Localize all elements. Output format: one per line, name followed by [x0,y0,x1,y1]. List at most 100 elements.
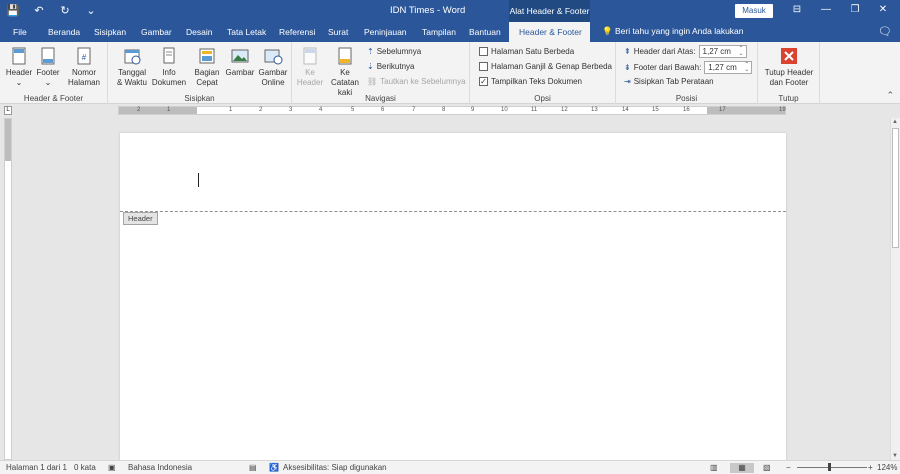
accessibility-status[interactable]: Aksesibilitas: Siap digunakan [283,463,387,472]
ruler-number: 1 [167,107,171,113]
footer-from-bottom-control[interactable]: ⇟ Footer dari Bawah: 1,27 cm ⌃ ⌄ [624,61,753,74]
restore-icon[interactable]: ❐ [848,4,862,15]
tab-insert[interactable]: Sisipkan [94,27,126,37]
footer-from-bottom-spinner[interactable]: 1,27 cm ⌃ ⌄ [704,61,753,74]
collapse-ribbon-icon[interactable]: ⌃ [886,90,894,101]
svg-text:#: # [82,53,87,62]
online-picture-icon [264,49,283,65]
page-number-icon: # [77,47,91,65]
zoom-in-icon[interactable]: + [868,463,873,472]
vertical-ruler [4,118,12,460]
go-to-footer-label-1: Ke Catatan [330,68,360,87]
word-count[interactable]: 0 kata [74,463,96,472]
quick-parts-button[interactable]: Bagian Cepat [190,46,224,88]
contextual-tab-title: Alat Header & Footer [509,0,590,22]
tab-mailings[interactable]: Surat [328,27,348,37]
tab-help[interactable]: Bantuan [469,27,501,37]
group-close: Tutup Header dan Footer Tutup [758,42,820,104]
close-header-footer-button[interactable]: Tutup Header dan Footer [760,46,818,88]
ruler-number: 9 [471,107,475,113]
tab-references[interactable]: Referensi [279,27,315,37]
quick-parts-icon [199,48,215,64]
online-pictures-label-2: Online [261,78,285,87]
language-indicator[interactable]: Bahasa Indonesia [128,463,192,472]
different-odd-even-box[interactable] [479,62,488,71]
undo-icon[interactable]: ↶ [32,4,46,17]
proofing-icon[interactable]: ▣ [108,463,116,472]
footer-position-icon: ⇟ [624,63,631,72]
document-info-button[interactable]: Info Dokumen [150,46,188,88]
tab-review[interactable]: Peninjauan [364,27,407,37]
vertical-scrollbar[interactable]: ▲ ▼ [890,118,900,460]
ruler-number: 2 [259,107,263,113]
date-time-button[interactable]: Tanggal & Waktu [114,46,150,88]
read-mode-icon[interactable]: ▥ [710,463,718,472]
ruler-number: 6 [381,107,385,113]
scroll-down-icon[interactable]: ▼ [892,453,898,459]
zoom-slider-thumb[interactable] [828,463,831,471]
ribbon-options-icon[interactable]: ⊟ [790,4,804,15]
header-from-top-spinner[interactable]: 1,27 cm ⌃ ⌄ [698,45,747,58]
pictures-button[interactable]: Gambar [224,46,256,78]
tab-header-footer[interactable]: Header & Footer [509,22,590,42]
minimize-icon[interactable]: — [819,4,833,15]
document-title: IDN Times - Word [390,5,466,16]
redo-icon[interactable]: ↻ [58,4,72,17]
show-document-text-box[interactable]: ✓ [479,77,488,86]
ruler-number: 12 [561,107,568,113]
ruler-number: 7 [412,107,416,113]
macro-icon[interactable]: ▤ [249,463,257,472]
page-number-button[interactable]: # Nomor Halaman [62,46,106,88]
text-cursor [198,173,199,187]
link-to-previous-button[interactable]: ⛓ Tautkan ke Sebelumnya [367,77,466,86]
go-to-header-button[interactable]: Ke Header [295,46,325,88]
go-to-footer-button[interactable]: Ke Catatan kaki [325,46,365,98]
scrollbar-thumb[interactable] [892,128,899,248]
tab-design[interactable]: Desain [186,27,212,37]
link-icon: ⛓ [367,77,378,86]
show-document-text-checkbox[interactable]: ✓ Tampilkan Teks Dokumen [479,77,582,86]
sign-in-button[interactable]: Masuk [735,4,773,18]
different-first-page-box[interactable] [479,47,488,56]
ruler-number: 8 [442,107,446,113]
page-count[interactable]: Halaman 1 dari 1 [6,463,67,472]
previous-button[interactable]: ⇡ Sebelumnya [367,47,421,56]
group-position: ⇞ Header dari Atas: 1,27 cm ⌃ ⌄ ⇟ Footer d… [616,42,758,104]
close-icon[interactable]: ✕ [876,4,890,15]
header-from-top-control[interactable]: ⇞ Header dari Atas: 1,27 cm ⌃ ⌄ [624,45,747,58]
tell-me-search[interactable]: 💡 Beri tahu yang ingin Anda lakukan [602,26,744,37]
zoom-level[interactable]: 124% [877,463,897,472]
next-button[interactable]: ⇣ Berikutnya [367,62,415,71]
tab-home[interactable]: Beranda [48,27,80,37]
accessibility-icon[interactable]: ♿ [269,463,279,472]
close-header-footer-icon [781,48,797,64]
pictures-label: Gambar [225,68,255,77]
online-pictures-button[interactable]: Gambar Online [256,46,290,88]
quick-parts-label-2: Cepat [196,78,218,87]
link-to-previous-label: Tautkan ke Sebelumnya [380,77,466,86]
different-first-page-checkbox[interactable]: Halaman Satu Berbeda [479,47,574,56]
ruler-track[interactable]: 2 1 1 2 3 4 5 6 7 8 9 10 11 12 13 14 15 … [118,106,786,115]
footer-button[interactable]: Footer ⌄ [34,46,62,88]
web-layout-icon[interactable]: ▧ [763,463,771,472]
insert-alignment-tab-button[interactable]: ⇥ Sisipkan Tab Perataan [624,77,714,86]
ribbon: Header ⌄ Footer ⌄ # Nomor Halaman Header & … [0,42,900,104]
header-button[interactable]: Header ⌄ [4,46,34,88]
tab-selector-icon[interactable]: L [4,106,12,115]
zoom-slider[interactable] [797,467,867,468]
tab-view[interactable]: Tampilan [422,27,456,37]
footer-label: Footer [36,68,60,77]
save-icon[interactable]: 💾 [6,4,20,17]
zoom-out-icon[interactable]: − [786,463,791,472]
horizontal-ruler: L 2 1 1 2 3 4 5 6 7 8 9 10 11 12 13 14 1… [0,104,900,117]
different-odd-even-checkbox[interactable]: Halaman Ganjil & Genap Berbeda [479,62,612,71]
document-page[interactable]: Header [120,133,786,460]
tab-draw[interactable]: Gambar [141,27,172,37]
comments-icon[interactable]: 🗨 [878,25,892,38]
tab-file[interactable]: File [13,27,27,37]
tab-layout[interactable]: Tata Letak [227,27,266,37]
scroll-up-icon[interactable]: ▲ [892,119,898,125]
print-layout-icon[interactable]: ▦ [730,463,754,473]
customize-qat-icon[interactable]: ⌄ [84,4,98,17]
header-from-top-label: Header dari Atas: [633,47,696,56]
